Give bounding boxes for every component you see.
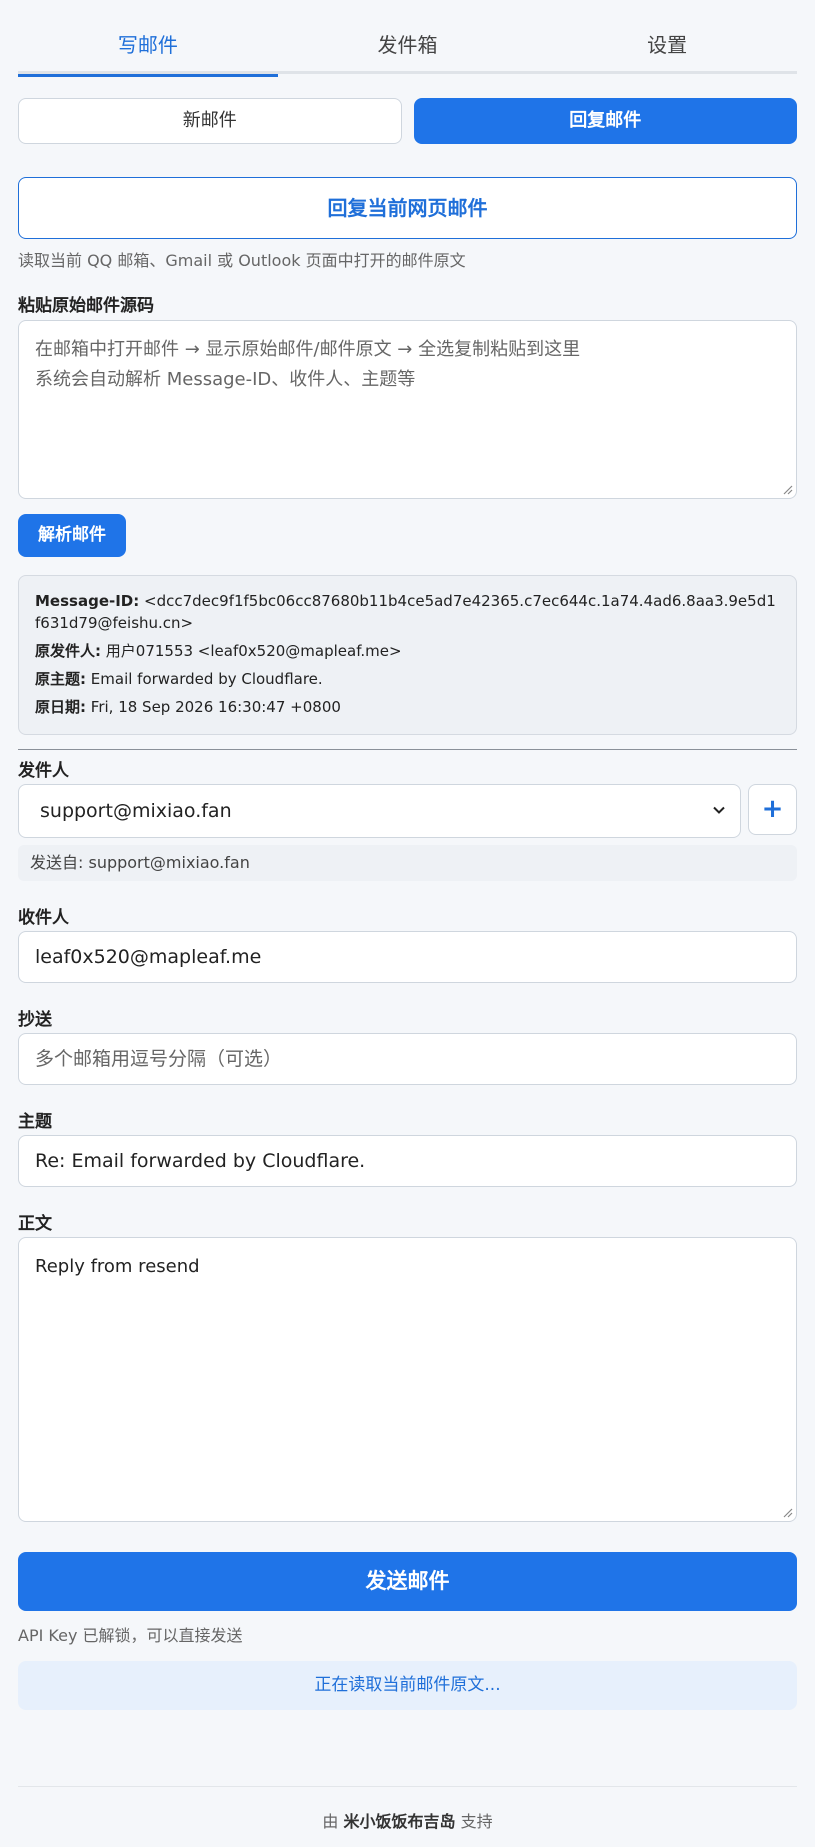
subject-key: 原主题: [35, 670, 86, 688]
footer-prefix: 由 [322, 1812, 339, 1831]
tab-compose[interactable]: 写邮件 [18, 0, 278, 77]
sent-from-note: 发送自: support@mixiao.fan [18, 845, 797, 881]
add-sender-button[interactable]: + [748, 784, 797, 835]
date-key: 原日期: [35, 698, 86, 716]
body-textarea[interactable]: Reply from resend [18, 1237, 797, 1522]
raw-source-placeholder-line2: 系统会自动解析 Message-ID、收件人、主题等 [35, 369, 416, 390]
parsed-info-box: Message-ID: <dcc7dec9f1f5bc06cc87680b11b… [18, 575, 797, 735]
mode-toggle: 新邮件 回复邮件 [18, 98, 797, 144]
body-label: 正文 [18, 1214, 52, 1234]
footer-suffix: 支持 [460, 1812, 493, 1831]
send-mail-button[interactable]: 发送邮件 [18, 1552, 797, 1611]
reply-current-page-button[interactable]: 回复当前网页邮件 [18, 177, 797, 239]
tab-outbox[interactable]: 发件箱 [278, 0, 538, 74]
cc-label: 抄送 [18, 1010, 52, 1030]
cc-input[interactable]: 多个邮箱用逗号分隔（可选） [18, 1033, 797, 1085]
footer: 由 米小饭饭布吉岛 支持 [18, 1808, 797, 1832]
resize-handle-icon[interactable] [781, 483, 793, 495]
body-text: Reply from resend [35, 1256, 200, 1277]
message-id-value: <dcc7dec9f1f5bc06cc87680b11b4ce5ad7e4236… [35, 592, 776, 632]
sender-selected-value: support@mixiao.fan [40, 800, 232, 822]
reply-web-hint: 读取当前 QQ 邮箱、Gmail 或 Outlook 页面中打开的邮件原文 [18, 251, 466, 270]
resize-handle-icon[interactable] [781, 1506, 793, 1518]
message-id-key: Message-ID: [35, 592, 140, 610]
tab-bar: 写邮件 发件箱 设置 [18, 0, 797, 77]
chevron-down-icon [713, 806, 725, 814]
new-mail-button[interactable]: 新邮件 [18, 98, 402, 144]
raw-source-textarea[interactable]: 在邮箱中打开邮件 → 显示原始邮件/邮件原文 → 全选复制粘贴到这里 系统会自动… [18, 320, 797, 499]
footer-brand[interactable]: 米小饭饭布吉岛 [343, 1812, 455, 1831]
parsed-subject: 原主题: Email forwarded by Cloudflare. [35, 668, 780, 690]
subject-value: Email forwarded by Cloudflare. [90, 670, 323, 688]
parsed-message-id: Message-ID: <dcc7dec9f1f5bc06cc87680b11b… [35, 590, 780, 634]
footer-divider [18, 1786, 797, 1787]
subject-input[interactable]: Re: Email forwarded by Cloudflare. [18, 1135, 797, 1187]
reply-mail-button[interactable]: 回复邮件 [413, 98, 797, 144]
date-value: Fri, 18 Sep 2026 16:30:47 +0800 [90, 698, 341, 716]
sender-label: 发件人 [18, 761, 69, 781]
sender-select[interactable]: support@mixiao.fan [18, 784, 741, 838]
raw-source-label: 粘贴原始邮件源码 [18, 296, 154, 316]
to-input[interactable]: leaf0x520@mapleaf.me [18, 931, 797, 983]
parsed-date: 原日期: Fri, 18 Sep 2026 16:30:47 +0800 [35, 696, 780, 718]
status-message: 正在读取当前邮件原文... [18, 1661, 797, 1710]
subject-label: 主题 [18, 1112, 52, 1132]
from-key: 原发件人: [35, 642, 101, 660]
section-divider [18, 749, 797, 750]
parsed-from: 原发件人: 用户071553 <leaf0x520@mapleaf.me> [35, 640, 780, 662]
tab-settings[interactable]: 设置 [537, 0, 797, 74]
to-label: 收件人 [18, 908, 69, 928]
from-value: 用户071553 <leaf0x520@mapleaf.me> [105, 642, 402, 660]
api-key-hint: API Key 已解锁，可以直接发送 [18, 1626, 243, 1645]
raw-source-placeholder-line1: 在邮箱中打开邮件 → 显示原始邮件/邮件原文 → 全选复制粘贴到这里 [35, 339, 581, 360]
parse-mail-button[interactable]: 解析邮件 [18, 514, 126, 557]
